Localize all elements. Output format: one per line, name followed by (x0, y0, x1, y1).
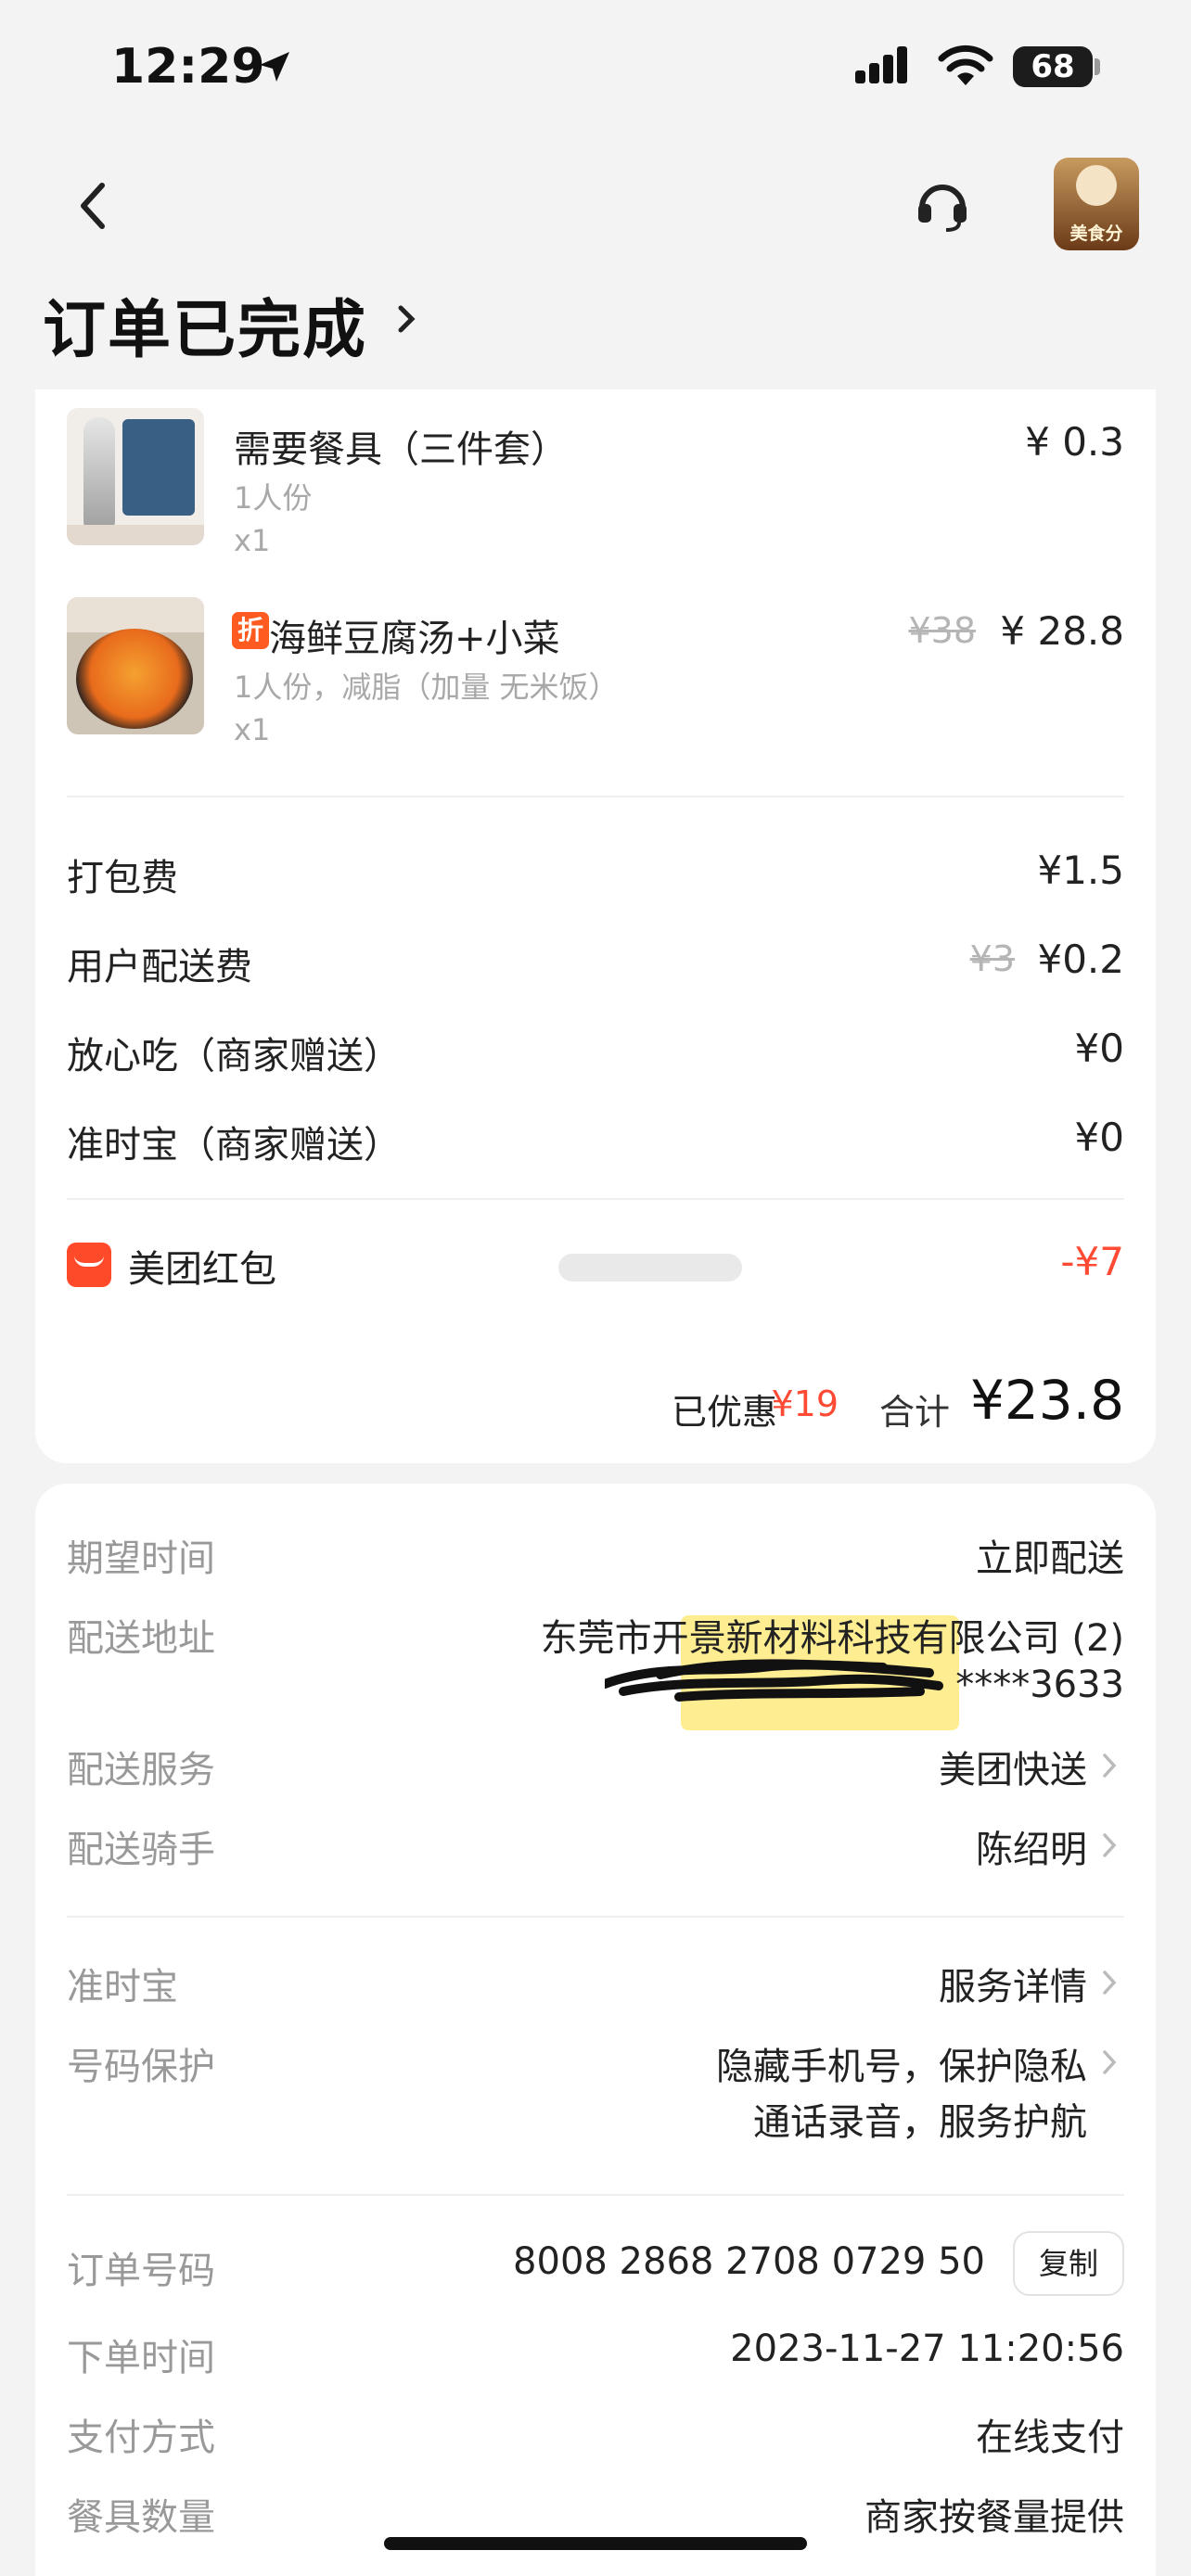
item-price: ¥ 0.3 (1025, 419, 1124, 465)
item-price: ¥ 28.8 (1000, 608, 1124, 654)
page-title[interactable]: 订单已完成 (43, 278, 367, 370)
watermark-logo (558, 1254, 742, 1282)
soup-thumbnail (67, 597, 204, 734)
info-row-order-number: 订单号码 8008 2868 2708 0729 50 复制 (67, 2231, 1124, 2296)
home-indicator[interactable] (384, 2537, 807, 2550)
order-item: 需要餐具（三件套） 1人份 x1 ¥ 0.3 (67, 408, 1124, 558)
info-label: 准时宝 (67, 1966, 178, 2009)
copy-button[interactable]: 复制 (1013, 2231, 1124, 2296)
back-icon[interactable] (70, 172, 122, 239)
location-arrow-icon (260, 52, 289, 82)
info-value[interactable]: 美团快送 (939, 1740, 1087, 1793)
delivery-info-card: 期望时间 立即配送 配送地址 东莞市开景新材料科技有限公司 (2) ****36… (35, 1484, 1156, 2576)
info-row-rider[interactable]: 配送骑手 陈绍明 (67, 1819, 1124, 1875)
red-packet-value: -¥7 (1060, 1239, 1124, 1284)
info-value[interactable]: 服务详情 (939, 1957, 1087, 2010)
info-label: 配送地址 (67, 1617, 215, 1660)
info-row-address: 配送地址 东莞市开景新材料科技有限公司 (2) ****3633 (67, 1608, 1124, 1730)
item-qty: x1 (234, 712, 271, 747)
chevron-right-icon[interactable] (1100, 2047, 1119, 2077)
info-label: 支付方式 (67, 2417, 215, 2459)
food-score-badge[interactable]: 美食分 (1054, 158, 1139, 250)
total-value: ¥23.8 (969, 1369, 1124, 1432)
red-packet-label: 美团红包 (128, 1248, 276, 1291)
divider (67, 1916, 1124, 1918)
chevron-right-icon[interactable] (393, 300, 419, 338)
status-time: 12:29 (111, 39, 265, 95)
red-packet-row: 美团红包 -¥7 (67, 1239, 1124, 1294)
info-label: 下单时间 (67, 2337, 215, 2379)
info-label: 订单号码 (67, 2250, 215, 2292)
food-score-label: 美食分 (1069, 223, 1123, 244)
info-row-service[interactable]: 配送服务 美团快送 (67, 1740, 1124, 1795)
headset-icon[interactable] (913, 174, 972, 234)
divider (67, 2194, 1124, 2196)
info-row-utensils: 餐具数量 商家按餐量提供 (67, 2487, 1124, 2543)
item-name: 海鲜豆腐汤+小菜 (269, 618, 560, 660)
info-row-expected-time: 期望时间 立即配送 (67, 1528, 1124, 1584)
cellular-signal-icon (855, 46, 907, 83)
info-value: 2023-11-27 11:20:56 (730, 2327, 1124, 2370)
info-label: 配送服务 (67, 1749, 215, 1792)
status-bar: 12:29 68 (0, 0, 1191, 139)
discount-tag: 折 (232, 612, 269, 649)
info-label: 配送骑手 (67, 1829, 215, 1871)
info-label: 号码保护 (67, 2046, 215, 2088)
price-summary: 已优惠 ¥19 合计 ¥23.8 (67, 1369, 1124, 1443)
wifi-icon (938, 45, 993, 85)
info-value: 在线支付 (976, 2417, 1124, 2459)
discount-label: 已优惠 (671, 1392, 777, 1433)
discount-value: ¥19 (771, 1384, 839, 1424)
info-row-order-time: 下单时间 2023-11-27 11:20:56 (67, 2327, 1124, 2383)
order-number-value: 8008 2868 2708 0729 50 (513, 2240, 985, 2283)
divider (67, 1198, 1124, 1200)
divider (67, 796, 1124, 797)
fee-original: ¥3 (969, 938, 1015, 979)
chevron-right-icon[interactable] (1100, 1968, 1119, 1997)
item-qty: x1 (234, 523, 271, 558)
item-name: 需要餐具（三件套） (234, 428, 568, 471)
fee-value: ¥0 (1074, 1115, 1124, 1160)
fee-row-packaging: 打包费 ¥1.5 (67, 848, 1124, 903)
chevron-right-icon[interactable] (1100, 1830, 1119, 1860)
fee-row-delivery: 用户配送费 ¥3 ¥0.2 (67, 937, 1124, 992)
nav-bar: 美食分 订单已完成 (0, 139, 1191, 389)
info-row-ontime[interactable]: 准时宝 服务详情 (67, 1957, 1124, 2012)
fee-row-safe-food: 放心吃（商家赠送） ¥0 (67, 1026, 1124, 1081)
battery-icon: 68 (1013, 46, 1093, 87)
fee-row-ontime: 准时宝（商家赠送） ¥0 (67, 1115, 1124, 1170)
item-original-price: ¥38 (908, 610, 976, 651)
info-value: 立即配送 (976, 1537, 1124, 1580)
red-packet-icon (67, 1243, 111, 1287)
fee-value: ¥0 (1074, 1026, 1124, 1071)
info-value[interactable]: 陈绍明 (976, 1819, 1087, 1873)
battery-tip (1095, 58, 1100, 75)
phone-value: ****3633 (955, 1664, 1124, 1706)
fee-value: ¥1.5 (1037, 848, 1124, 893)
order-item: 折 海鲜豆腐汤+小菜 1人份，减脂（加量 无米饭） x1 ¥38 ¥ 28.8 (67, 597, 1124, 747)
chevron-right-icon[interactable] (1100, 1751, 1119, 1780)
tableware-thumbnail (67, 408, 204, 545)
total-label: 合计 (878, 1392, 950, 1433)
redaction-scribble (605, 1659, 943, 1702)
info-row-number-protection[interactable]: 号码保护 隐藏手机号，保护隐私 通话录音，服务护航 (67, 2036, 1124, 2157)
info-value-line2: 通话录音，服务护航 (753, 2101, 1087, 2144)
info-row-payment: 支付方式 在线支付 (67, 2407, 1124, 2463)
fee-label: 用户配送费 (67, 946, 252, 988)
fee-value: ¥0.2 (1037, 937, 1124, 982)
info-label: 期望时间 (67, 1537, 215, 1580)
fee-label: 打包费 (67, 857, 178, 899)
fee-label: 放心吃（商家赠送） (67, 1035, 401, 1078)
info-value: 商家按餐量提供 (864, 2496, 1124, 2539)
info-value[interactable]: 隐藏手机号，保护隐私 (716, 2036, 1087, 2090)
info-label: 餐具数量 (67, 2496, 215, 2539)
item-spec: 1人份 (234, 480, 313, 516)
mascot-icon (1076, 165, 1117, 206)
fee-label: 准时宝（商家赠送） (67, 1124, 401, 1167)
item-spec: 1人份，减脂（加量 无米饭） (234, 670, 619, 705)
order-detail-card: 需要餐具（三件套） 1人份 x1 ¥ 0.3 折 海鲜豆腐汤+小菜 1人份，减脂… (35, 389, 1156, 1463)
